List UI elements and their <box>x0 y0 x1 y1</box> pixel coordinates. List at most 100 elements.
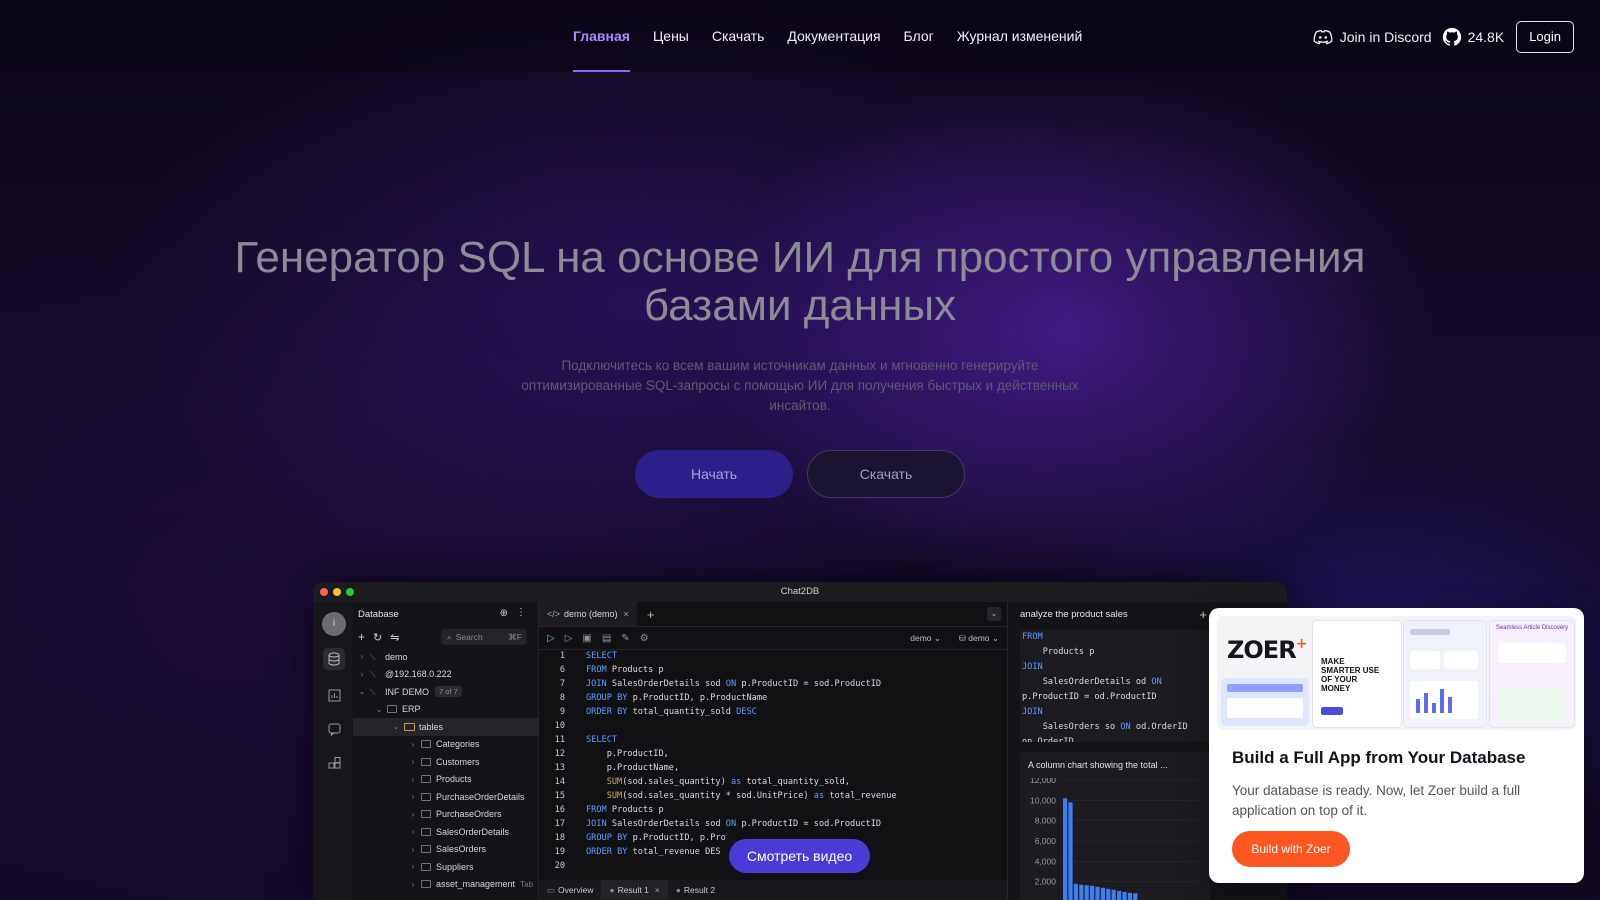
refresh-icon[interactable]: ↻ <box>373 631 382 644</box>
database-select[interactable]: ⛁ demo ⌄ <box>959 633 999 644</box>
chart-bar <box>1073 883 1078 900</box>
tree-item[interactable]: › SalesOrders <box>353 841 538 859</box>
download-button[interactable]: Скачать <box>807 450 965 498</box>
tree-item[interactable]: › Categories <box>353 736 538 754</box>
nav-link-4[interactable]: Блог <box>904 0 934 72</box>
settings-icon[interactable]: ⚙ <box>640 633 649 644</box>
tree-item[interactable]: › PurchaseOrderDetails <box>353 788 538 806</box>
save-icon[interactable]: ▣ <box>582 633 591 644</box>
tree-item[interactable]: › SalesOrderDetails <box>353 823 538 841</box>
nav-link-2[interactable]: Скачать <box>712 0 765 72</box>
tree-item[interactable]: › Suppliers <box>353 858 538 876</box>
chevron-icon[interactable]: › <box>408 775 418 784</box>
line-code: SUM(sod.sales_quantity * sod.UnitPrice) … <box>606 791 897 801</box>
schema-select[interactable]: demo ⌄ <box>910 633 941 644</box>
more-icon[interactable]: ⋮ <box>516 607 526 618</box>
table-icon <box>421 757 431 766</box>
close-tab-icon[interactable]: × <box>624 609 629 619</box>
tabs-dropdown-icon[interactable]: ⌄ <box>987 607 1001 621</box>
result-tab-1[interactable]: ● Result 1 × <box>601 880 668 900</box>
watch-video-button[interactable]: Смотреть видео <box>729 839 870 873</box>
result-tab-label: Overview <box>558 885 594 895</box>
chevron-icon[interactable]: › <box>408 757 418 766</box>
tree-item[interactable]: › Customers <box>353 753 538 771</box>
chart-bar <box>1127 892 1132 900</box>
nav-links: Главная Цены Скачать Документация Блог Журнал… <box>573 0 1105 72</box>
popup-title: Build a Full App from Your Database <box>1232 748 1526 767</box>
tree-item[interactable]: › ⟍ @192.168.0.222 <box>353 666 538 684</box>
nav-link-1[interactable]: Цены <box>653 0 689 72</box>
sync-icon[interactable]: ⇋ <box>390 631 399 644</box>
avatar[interactable]: i <box>322 612 346 636</box>
y-tick-label: 8,000 <box>1035 816 1057 826</box>
line-code: SUM(sod.sales_quantity) as total_quantit… <box>606 777 850 787</box>
editor-tab[interactable]: </> demo (demo) × <box>539 602 637 626</box>
line-code: p.ProductID, <box>606 749 669 759</box>
new-tab-icon[interactable]: + <box>647 607 655 622</box>
line-code: p.ProductName, <box>606 763 680 773</box>
preview-card-4: Seamless Article Discovery <box>1489 620 1575 728</box>
tree-item[interactable]: ⌄ ⟍ INF DEMO 7 of 7 <box>353 683 538 701</box>
chevron-icon[interactable]: › <box>357 670 367 679</box>
start-button[interactable]: Начать <box>635 450 793 498</box>
chevron-icon[interactable]: ⌄ <box>357 687 367 696</box>
code-line: 9 ORDER BY total_quantity_sold DESC <box>539 705 1007 719</box>
ai-chat-icon[interactable] <box>323 718 345 740</box>
chevron-icon[interactable]: › <box>408 845 418 854</box>
format-icon[interactable]: ✎ <box>621 633 629 644</box>
tree-item-label: INF DEMO <box>385 686 429 697</box>
chevron-icon[interactable]: › <box>408 740 418 749</box>
result-tab-0[interactable]: ▭ Overview <box>539 880 601 900</box>
code-line: 15 SUM(sod.sales_quantity * sod.UnitPric… <box>539 789 1007 803</box>
connect-icon[interactable]: ⊕ <box>500 608 508 619</box>
tree-item[interactable]: ⌄ tables <box>353 718 538 736</box>
chevron-icon[interactable]: › <box>357 652 367 661</box>
plugins-icon[interactable] <box>323 752 345 774</box>
line-number: 14 <box>554 777 565 787</box>
run-selected-icon[interactable]: ▷ <box>565 633 573 644</box>
table-icon <box>421 845 431 854</box>
tree-item[interactable]: ⌄ ERP <box>353 701 538 719</box>
y-tick-label: 2,000 <box>1035 877 1057 887</box>
line-number: 12 <box>554 749 565 759</box>
chevron-icon[interactable]: › <box>408 792 418 801</box>
github-icon <box>1442 27 1461 46</box>
table-icon <box>421 740 431 749</box>
tree-item-label: Suppliers <box>436 861 474 872</box>
chevron-icon[interactable]: › <box>408 862 418 871</box>
chevron-icon[interactable]: ⌄ <box>374 705 384 714</box>
tree-item[interactable]: › ⟍ demo <box>353 648 538 666</box>
add-icon[interactable]: + <box>358 630 365 644</box>
nav-link-5[interactable]: Журнал изменений <box>957 0 1083 72</box>
conn-icon: ⟍ <box>370 652 376 662</box>
chevron-icon[interactable]: ⌄ <box>391 722 401 731</box>
chevron-icon[interactable]: › <box>408 810 418 819</box>
popup-text: Your database is ready. Now, let Zoer bu… <box>1232 783 1521 818</box>
tree-item[interactable]: › PurchaseOrders <box>353 806 538 824</box>
discord-link[interactable]: Join in Discord <box>1313 29 1432 45</box>
database-icon[interactable] <box>323 648 345 670</box>
nav-link-3[interactable]: Документация <box>787 0 880 72</box>
chevron-icon[interactable]: › <box>408 880 418 889</box>
login-button[interactable]: Login <box>1516 21 1574 53</box>
new-chat-icon[interactable]: + <box>1199 607 1207 622</box>
tree-item[interactable]: › Products <box>353 771 538 789</box>
nav-link-0[interactable]: Главная <box>573 0 630 72</box>
save-as-icon[interactable]: ▤ <box>602 633 611 644</box>
run-icon[interactable]: ▷ <box>547 633 555 644</box>
github-link[interactable]: 24.8K <box>1442 27 1504 47</box>
chart-icon[interactable] <box>323 684 345 706</box>
editor-toolbar: ▷ ▷ ▣ ▤ ✎ ⚙ demo ⌄ ⛁ demo ⌄ <box>539 627 1007 650</box>
tree-item[interactable]: › asset_management Tab <box>353 876 538 894</box>
close-result-icon[interactable]: × <box>655 885 660 895</box>
chevron-icon[interactable]: › <box>408 827 418 836</box>
conn-icon: ⟍ <box>370 687 376 697</box>
preview-tag: Seamless Article Discovery <box>1495 625 1569 631</box>
editor-tabs: </> demo (demo) × + ⌄ <box>539 602 1007 627</box>
build-with-zoer-button[interactable]: Build with Zoer <box>1232 831 1350 867</box>
result-tab-2[interactable]: ● Result 2 <box>668 880 723 900</box>
line-code: ORDER BY total_revenue DES <box>586 847 721 857</box>
line-number: 1 <box>559 651 565 661</box>
sidebar-search[interactable]: ⌕ Search ⌘F <box>441 629 527 645</box>
app-rail: i <box>313 602 353 900</box>
